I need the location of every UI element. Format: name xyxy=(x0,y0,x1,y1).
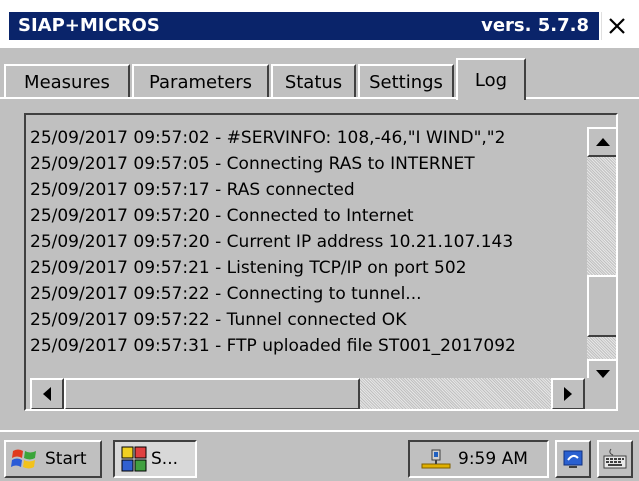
close-icon xyxy=(609,18,625,34)
keyboard-icon xyxy=(603,448,627,469)
desktop-button[interactable] xyxy=(555,440,591,478)
tab-label: Status xyxy=(284,71,343,93)
log-line: 25/09/2017 09:57:31 - FTP uploaded file … xyxy=(30,336,516,356)
arrow-left-icon xyxy=(43,387,51,401)
scroll-up-button[interactable] xyxy=(587,127,616,157)
vertical-scroll-track[interactable] xyxy=(587,127,616,389)
tab-parameters[interactable]: Parameters xyxy=(132,64,269,98)
horizontal-scroll-thumb[interactable] xyxy=(64,378,360,409)
tab-label: Parameters xyxy=(148,71,253,93)
tab-settings[interactable]: Settings xyxy=(358,64,454,98)
log-lines: 25/09/2017 09:57:02 - #SERVINFO: 108,-46… xyxy=(26,125,586,387)
app-title: SIAP+MICROS xyxy=(18,15,160,36)
scroll-left-button[interactable] xyxy=(30,378,64,409)
start-button[interactable]: Start xyxy=(4,440,102,478)
log-line: 25/09/2017 09:57:22 - Tunnel connected O… xyxy=(30,310,407,330)
tab-label: Measures xyxy=(24,71,110,93)
log-line: 25/09/2017 09:57:17 - RAS connected xyxy=(30,180,355,200)
vertical-scroll-thumb[interactable] xyxy=(587,275,616,337)
app-window: SIAP+MICROS vers. 5.7.8 Measures Paramet… xyxy=(0,0,639,430)
tab-status[interactable]: Status xyxy=(271,64,356,98)
log-line: 25/09/2017 09:57:22 - Connecting to tunn… xyxy=(30,284,422,304)
title-bar: SIAP+MICROS vers. 5.7.8 xyxy=(0,0,639,48)
taskbar: Start S... 9:59 AM xyxy=(0,430,639,481)
windows-flag-icon xyxy=(11,449,36,469)
version-label: vers. 5.7.8 xyxy=(481,15,589,36)
network-icon[interactable] xyxy=(420,448,452,470)
scrollbar-corner xyxy=(587,378,616,409)
close-button[interactable] xyxy=(601,12,632,40)
log-line: 25/09/2017 09:57:21 - Listening TCP/IP o… xyxy=(30,258,467,278)
log-line: 25/09/2017 09:57:02 - #SERVINFO: 108,-46… xyxy=(30,128,506,148)
log-line: 25/09/2017 09:57:05 - Connecting RAS to … xyxy=(30,154,475,174)
log-line: 25/09/2017 09:57:20 - Current IP address… xyxy=(30,232,514,252)
tab-label: Log xyxy=(474,69,508,91)
horizontal-scrollbar[interactable] xyxy=(30,378,585,409)
taskbar-app-label: S... xyxy=(151,449,179,469)
system-tray: 9:59 AM xyxy=(408,440,549,478)
tab-log[interactable]: Log xyxy=(456,58,526,100)
keyboard-button[interactable] xyxy=(597,440,633,478)
log-listbox[interactable]: 25/09/2017 09:57:02 - #SERVINFO: 108,-46… xyxy=(24,113,618,411)
clock[interactable]: 9:59 AM xyxy=(458,449,528,469)
log-line: 25/09/2017 09:57:20 - Connected to Inter… xyxy=(30,206,414,226)
desktop-icon xyxy=(563,450,583,468)
tab-divider xyxy=(0,97,639,99)
arrow-right-icon xyxy=(564,387,572,401)
tab-measures[interactable]: Measures xyxy=(4,64,130,98)
start-label: Start xyxy=(45,449,87,469)
taskbar-app-button[interactable]: S... xyxy=(113,440,197,478)
tab-label: Settings xyxy=(369,71,443,93)
vertical-scrollbar[interactable] xyxy=(587,127,616,389)
arrow-up-icon xyxy=(596,138,610,146)
scroll-right-button[interactable] xyxy=(551,378,585,409)
app-icon xyxy=(121,446,147,472)
